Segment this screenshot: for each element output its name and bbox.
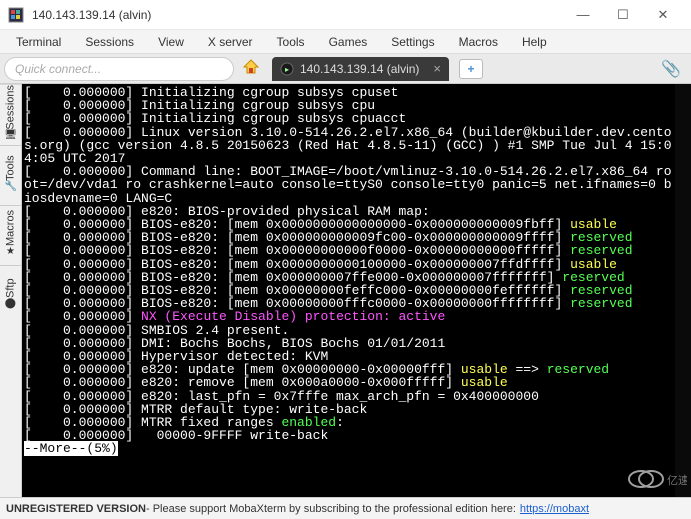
unregistered-label: UNREGISTERED VERSION (6, 503, 146, 515)
menu-help[interactable]: Help (510, 31, 559, 53)
menubar: Terminal Sessions View X server Tools Ga… (0, 30, 691, 54)
sftp-icon: ⬤ (5, 297, 16, 308)
quick-connect-input[interactable]: Quick connect... (4, 57, 234, 81)
menu-settings[interactable]: Settings (379, 31, 446, 53)
menu-games[interactable]: Games (317, 31, 380, 53)
home-button[interactable] (238, 57, 264, 81)
footer-link[interactable]: https://mobaxt (520, 503, 589, 515)
more-prompt[interactable]: --More--(5%) (24, 441, 118, 456)
svg-text:▸: ▸ (285, 65, 289, 74)
maximize-button[interactable]: ☐ (603, 1, 643, 29)
attachment-icon[interactable]: 📎 (655, 59, 687, 79)
status-bar: UNREGISTERED VERSION - Please support Mo… (0, 497, 691, 519)
app-icon (8, 7, 24, 23)
window-title: 140.143.139.14 (alvin) (32, 8, 563, 22)
session-tab[interactable]: ▸ 140.143.139.14 (alvin) × (272, 57, 449, 81)
toolbar: Quick connect... ▸ 140.143.139.14 (alvin… (0, 54, 691, 84)
home-icon (242, 58, 260, 79)
tab-label: 140.143.139.14 (alvin) (300, 62, 419, 76)
menu-sessions[interactable]: Sessions (73, 31, 146, 53)
menu-terminal[interactable]: Terminal (4, 31, 73, 53)
terminal-scrollbar[interactable] (675, 84, 691, 497)
tools-icon: 🔧 (4, 180, 16, 191)
sidebar-tools[interactable]: 🔧Tools (0, 145, 21, 205)
sidebar-macros[interactable]: ★Macros (0, 205, 21, 265)
macros-icon: ★ (6, 246, 15, 257)
sessions-icon: 🖥 (4, 130, 17, 141)
new-tab-button[interactable]: + (459, 59, 483, 79)
menu-macros[interactable]: Macros (447, 31, 510, 53)
minimize-button[interactable]: — (563, 1, 603, 29)
menu-xserver[interactable]: X server (196, 31, 265, 53)
terminal-icon: ▸ (280, 62, 294, 76)
watermark-logo: 亿速云 (627, 466, 687, 495)
titlebar: 140.143.139.14 (alvin) — ☐ ✕ (0, 0, 691, 30)
terminal-output[interactable]: [ 0.000000] Initializing cgroup subsys c… (22, 84, 675, 497)
menu-view[interactable]: View (146, 31, 196, 53)
sidebar-sessions[interactable]: 🖥Sessions (0, 84, 21, 145)
menu-tools[interactable]: Tools (265, 31, 317, 53)
sidebar-sftp[interactable]: ⬤Sftp (0, 265, 21, 325)
svg-text:亿速云: 亿速云 (667, 474, 687, 487)
footer-message: - Please support MobaXterm by subscribin… (146, 503, 516, 515)
sidebar: 🖥Sessions 🔧Tools ★Macros ⬤Sftp (0, 84, 22, 497)
tab-close-button[interactable]: × (433, 61, 441, 76)
main-area: 🖥Sessions 🔧Tools ★Macros ⬤Sftp [ 0.00000… (0, 84, 691, 497)
close-button[interactable]: ✕ (643, 1, 683, 29)
